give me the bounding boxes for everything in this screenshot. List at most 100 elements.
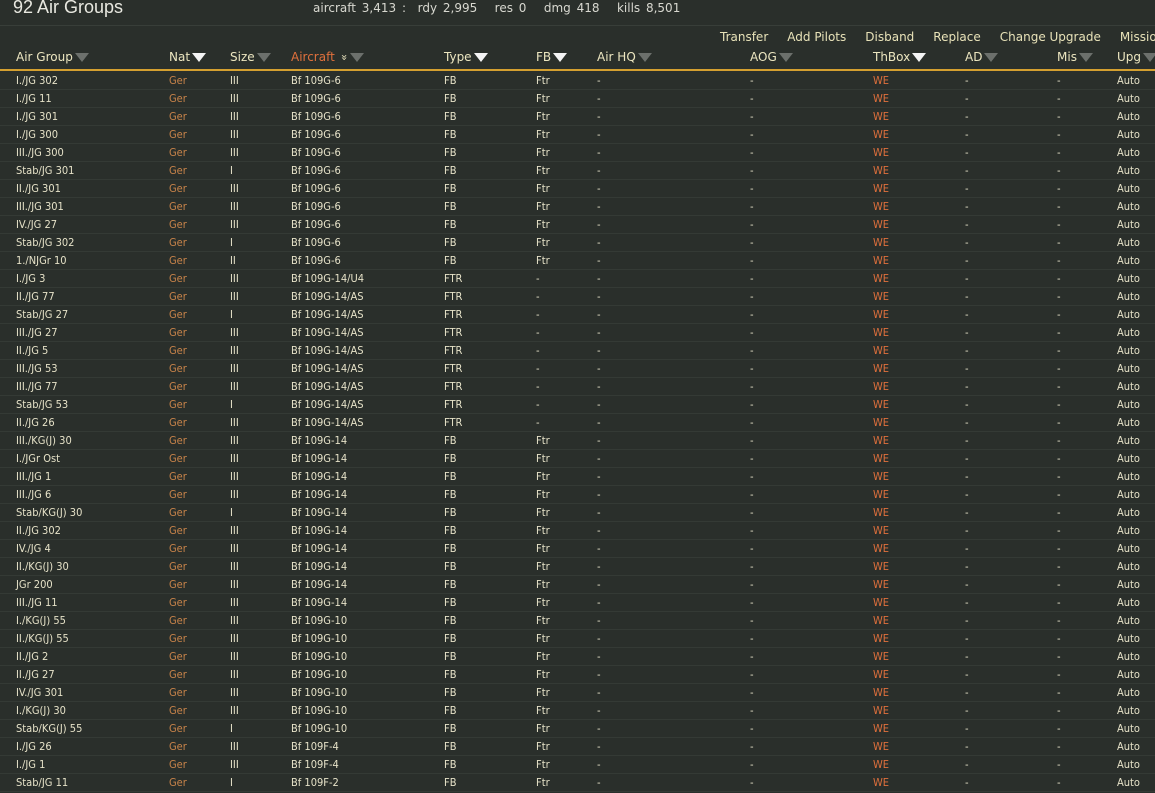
table-row[interactable]: II./JG 2 Ger III Bf 109G-10 FB Ftr - - WE - - Auto: [0, 648, 1155, 666]
cell-air-group: I./JG 3: [16, 272, 46, 285]
column-header-air-group[interactable]: Air Group: [16, 50, 89, 64]
table-row[interactable]: Stab/JG 53 Ger I Bf 109G-14/AS FTR - - - WE - - Aut…: [0, 396, 1155, 414]
filter-icon[interactable]: [1078, 52, 1093, 62]
cell-ad: -: [965, 272, 969, 285]
table-row[interactable]: I./JG 301 Ger III Bf 109G-6 FB Ftr - - WE - - Auto: [0, 108, 1155, 126]
table-row[interactable]: I./KG(J) 30 Ger III Bf 109G-10 FB Ftr - - WE - - Au…: [0, 702, 1155, 720]
column-header-upg[interactable]: Upg: [1117, 50, 1155, 64]
table-row[interactable]: I./JG 26 Ger III Bf 109F-4 FB Ftr - - WE - - Auto: [0, 738, 1155, 756]
table-row[interactable]: I./JG 300 Ger III Bf 109G-6 FB Ftr - - WE - - Auto: [0, 126, 1155, 144]
filter-icon[interactable]: [912, 52, 927, 62]
table-row[interactable]: II./JG 301 Ger III Bf 109G-6 FB Ftr - - WE - - Auto: [0, 180, 1155, 198]
table-row[interactable]: III./JG 301 Ger III Bf 109G-6 FB Ftr - - WE - - Aut…: [0, 198, 1155, 216]
action-transfer[interactable]: Transfer: [720, 30, 768, 44]
table-row[interactable]: I./KG(J) 55 Ger III Bf 109G-10 FB Ftr - - WE - - Au…: [0, 612, 1155, 630]
cell-size: III: [230, 434, 239, 447]
cell-size: I: [230, 722, 233, 735]
column-header-thbox[interactable]: ThBox: [873, 50, 927, 64]
table-row[interactable]: II./JG 302 Ger III Bf 109G-14 FB Ftr - - WE - - Aut…: [0, 522, 1155, 540]
cell-aog: -: [750, 218, 754, 231]
table-row[interactable]: II./JG 26 Ger III Bf 109G-14/AS FTR - - - WE - - Au…: [0, 414, 1155, 432]
cell-mis: -: [1057, 596, 1061, 609]
filter-icon[interactable]: [778, 52, 793, 62]
table-row[interactable]: I./JG 1 Ger III Bf 109F-4 FB Ftr - - WE - - Auto: [0, 756, 1155, 774]
filter-icon[interactable]: [553, 52, 568, 62]
cell-aircraft: Bf 109G-6: [291, 236, 341, 249]
table-row[interactable]: Stab/JG 301 Ger I Bf 109G-6 FB Ftr - - WE - - Auto: [0, 162, 1155, 180]
filter-icon[interactable]: [984, 52, 999, 62]
action-disband[interactable]: Disband: [865, 30, 914, 44]
filter-icon[interactable]: [74, 52, 89, 62]
table-row[interactable]: Stab/JG 27 Ger I Bf 109G-14/AS FTR - - - WE - - Aut…: [0, 306, 1155, 324]
cell-fb: -: [536, 290, 540, 303]
cell-air-hq: -: [597, 524, 601, 537]
cell-thbox: WE: [873, 776, 890, 789]
filter-icon[interactable]: [473, 52, 488, 62]
table-row[interactable]: IV./JG 27 Ger III Bf 109G-6 FB Ftr - - WE - - Auto: [0, 216, 1155, 234]
filter-icon[interactable]: [1143, 52, 1155, 62]
column-header-fb[interactable]: FB: [536, 50, 568, 64]
column-label: Upg: [1117, 50, 1142, 64]
column-header-aircraft[interactable]: Aircraft»: [291, 50, 364, 64]
table-row[interactable]: II./JG 5 Ger III Bf 109G-14/AS FTR - - - WE - - Aut…: [0, 342, 1155, 360]
table-row[interactable]: III./JG 53 Ger III Bf 109G-14/AS FTR - - - WE - - A…: [0, 360, 1155, 378]
table-row[interactable]: III./JG 11 Ger III Bf 109G-14 FB Ftr - - WE - - Aut…: [0, 594, 1155, 612]
table-row[interactable]: III./KG(J) 30 Ger III Bf 109G-14 FB Ftr - - WE - -…: [0, 432, 1155, 450]
filter-icon[interactable]: [349, 52, 364, 62]
cell-nat: Ger: [169, 308, 187, 321]
table-row[interactable]: 1./NJGr 10 Ger II Bf 109G-6 FB Ftr - - WE - - Auto: [0, 252, 1155, 270]
table-row[interactable]: Stab/JG 302 Ger I Bf 109G-6 FB Ftr - - WE - - Auto: [0, 234, 1155, 252]
table-row[interactable]: II./KG(J) 30 Ger III Bf 109G-14 FB Ftr - - WE - - A…: [0, 558, 1155, 576]
column-label: Aircraft: [291, 50, 335, 64]
cell-aog: -: [750, 650, 754, 663]
filter-icon[interactable]: [637, 52, 652, 62]
column-header-ad[interactable]: AD: [965, 50, 999, 64]
table-row[interactable]: IV./JG 4 Ger III Bf 109G-14 FB Ftr - - WE - - Auto: [0, 540, 1155, 558]
action-mission-s[interactable]: Mission S: [1120, 30, 1155, 44]
table-row[interactable]: IV./JG 301 Ger III Bf 109G-10 FB Ftr - - WE - - Aut…: [0, 684, 1155, 702]
table-row[interactable]: III./JG 1 Ger III Bf 109G-14 FB Ftr - - WE - - Auto: [0, 468, 1155, 486]
action-add-pilots[interactable]: Add Pilots: [787, 30, 846, 44]
table-row[interactable]: II./KG(J) 55 Ger III Bf 109G-10 FB Ftr - - WE - - A…: [0, 630, 1155, 648]
column-header-size[interactable]: Size: [230, 50, 271, 64]
cell-upg: Auto: [1117, 254, 1140, 267]
cell-type: FB: [444, 686, 457, 699]
cell-thbox: WE: [873, 632, 890, 645]
table-row[interactable]: Stab/KG(J) 30 Ger I Bf 109G-14 FB Ftr - - WE - - Au…: [0, 504, 1155, 522]
cell-air-hq: -: [597, 740, 601, 753]
table-row[interactable]: III./JG 27 Ger III Bf 109G-14/AS FTR - - - WE - - A…: [0, 324, 1155, 342]
table-row[interactable]: I./JG 11 Ger III Bf 109G-6 FB Ftr - - WE - - Auto: [0, 90, 1155, 108]
filter-icon[interactable]: [256, 52, 271, 62]
action-change-upgrade[interactable]: Change Upgrade: [1000, 30, 1101, 44]
column-header-type[interactable]: Type: [444, 50, 488, 64]
table-row[interactable]: III./JG 77 Ger III Bf 109G-14/AS FTR - - - WE - - A…: [0, 378, 1155, 396]
column-header-air-hq[interactable]: Air HQ: [597, 50, 652, 64]
table-row[interactable]: JGr 200 Ger III Bf 109G-14 FB Ftr - - WE - - Auto: [0, 576, 1155, 594]
cell-upg: Auto: [1117, 506, 1140, 519]
table-row[interactable]: III./JG 300 Ger III Bf 109G-6 FB Ftr - - WE - - Aut…: [0, 144, 1155, 162]
cell-thbox: WE: [873, 254, 890, 267]
cell-mis: -: [1057, 92, 1061, 105]
cell-thbox: WE: [873, 470, 890, 483]
table-row[interactable]: I./JG 302 Ger III Bf 109G-6 FB Ftr - - WE - - Auto: [0, 72, 1155, 90]
table-row[interactable]: I./JGr Ost Ger III Bf 109G-14 FB Ftr - - WE - - Aut…: [0, 450, 1155, 468]
column-header-mis[interactable]: Mis: [1057, 50, 1093, 64]
cell-thbox: WE: [873, 164, 890, 177]
cell-fb: Ftr: [536, 452, 550, 465]
cell-thbox: WE: [873, 272, 890, 285]
column-header-aog[interactable]: AOG: [750, 50, 793, 64]
table-row[interactable]: III./JG 6 Ger III Bf 109G-14 FB Ftr - - WE - - Auto: [0, 486, 1155, 504]
action-replace[interactable]: Replace: [933, 30, 980, 44]
cell-aircraft: Bf 109G-14: [291, 524, 348, 537]
table-row[interactable]: II./JG 27 Ger III Bf 109G-10 FB Ftr - - WE - - Auto: [0, 666, 1155, 684]
cell-aircraft: Bf 109G-6: [291, 200, 341, 213]
table-row[interactable]: II./JG 77 Ger III Bf 109G-14/AS FTR - - - WE - - Au…: [0, 288, 1155, 306]
cell-fb: Ftr: [536, 470, 550, 483]
table-row[interactable]: Stab/JG 11 Ger I Bf 109F-2 FB Ftr - - WE - - Auto: [0, 774, 1155, 792]
sort-descending-icon[interactable]: »: [338, 54, 351, 61]
column-header-nat[interactable]: Nat: [169, 50, 207, 64]
cell-nat: Ger: [169, 398, 187, 411]
table-row[interactable]: I./JG 3 Ger III Bf 109G-14/U4 FTR - - - WE - - Auto: [0, 270, 1155, 288]
table-row[interactable]: Stab/KG(J) 55 Ger I Bf 109G-10 FB Ftr - - WE - - Au…: [0, 720, 1155, 738]
filter-icon[interactable]: [192, 52, 207, 62]
